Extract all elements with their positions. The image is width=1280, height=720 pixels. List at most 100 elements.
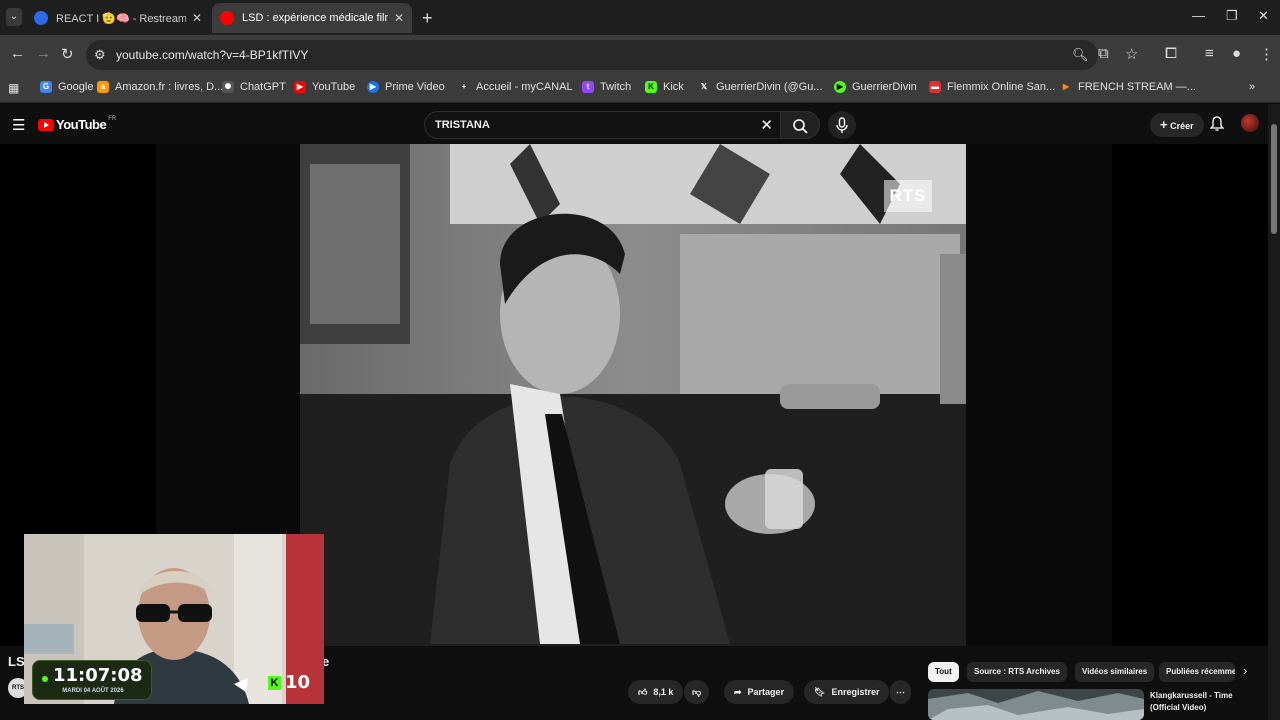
save-button[interactable]: 🔖︎ Enregistrer: [804, 680, 890, 704]
profile-icon[interactable]: ●: [1232, 45, 1241, 62]
video-frame[interactable]: RTS: [300, 144, 966, 646]
bookmark-prime-video[interactable]: ▶ Prime Video: [367, 81, 445, 93]
more-horizontal-icon: ⋯: [896, 686, 905, 697]
clear-search-icon[interactable]: ✕: [760, 116, 773, 134]
reload-icon[interactable]: ↻: [61, 45, 74, 63]
bookmark-x-guerrierdivin[interactable]: 𝕏 GuerrierDivin (@Gu...: [698, 81, 823, 93]
youtube-wordmark: YouTube: [56, 117, 107, 132]
scrollbar-thumb[interactable]: [1271, 124, 1277, 234]
chip-recent[interactable]: Publiées récemment: [1159, 662, 1235, 682]
bookmark-kick[interactable]: K Kick: [645, 81, 684, 93]
kick-icon: K: [645, 81, 657, 93]
tab-youtube-video[interactable]: LSD : expérience médicale filmée ✕: [212, 3, 412, 33]
rumble-icon: ▶: [834, 81, 846, 93]
youtube-play-icon: [38, 118, 54, 131]
bookmark-label: Twitch: [600, 81, 632, 93]
chips-next-icon[interactable]: ›: [1243, 663, 1247, 678]
back-icon[interactable]: ←: [10, 45, 25, 62]
bookmark-youtube[interactable]: ▶ YouTube: [294, 81, 355, 93]
tab-close-icon[interactable]: ✕: [394, 11, 404, 25]
share-arrow-icon: ➦: [734, 686, 742, 697]
chip-all[interactable]: Tout: [928, 662, 959, 682]
restore-icon[interactable]: ❐: [1226, 8, 1238, 24]
twitch-icon: t: [582, 81, 594, 93]
play-triangle-icon: ▶: [1062, 82, 1070, 91]
bookmark-icon: 🔖︎: [814, 686, 826, 697]
like-count: 8,1 k: [653, 687, 674, 697]
tab-title: LSD : expérience médicale filmée: [242, 12, 388, 24]
new-tab-button[interactable]: +: [422, 8, 433, 29]
chip-source[interactable]: Source : RTS Archives: [967, 662, 1067, 682]
window-close-icon[interactable]: ✕: [1258, 8, 1269, 24]
bookmark-label: GuerrierDivin: [852, 81, 917, 93]
address-bar[interactable]: ⚙ youtube.com/watch?v=4-BP1kfTIVY 🔍︎: [86, 40, 1098, 70]
tab-title: REACT I 🫡🧠 - Restream: [56, 12, 186, 25]
youtube-favicon-icon: [220, 11, 234, 25]
recommended-video-title[interactable]: Klangkarussell - Time (Official Video): [1150, 690, 1260, 714]
share-label: Partager: [747, 687, 785, 697]
account-avatar[interactable]: [1241, 114, 1259, 132]
bookmark-amazon[interactable]: a Amazon.fr : livres, D...: [97, 81, 223, 93]
plus-icon: +: [1160, 117, 1168, 132]
page-scrollbar[interactable]: [1268, 104, 1280, 720]
video-still-image: [300, 144, 966, 646]
forward-icon[interactable]: →: [36, 45, 51, 62]
bookmark-google[interactable]: G Google: [40, 81, 93, 93]
url-text: youtube.com/watch?v=4-BP1kfTIVY: [116, 48, 309, 62]
restream-favicon-icon: [34, 11, 48, 25]
bookmark-label: YouTube: [312, 81, 356, 93]
install-app-icon[interactable]: ⧉: [1098, 45, 1109, 62]
notifications-bell-icon[interactable]: [1210, 116, 1224, 132]
bookmark-twitch[interactable]: t Twitch: [582, 81, 631, 93]
search-icon: [793, 119, 808, 134]
minimize-icon[interactable]: —: [1192, 8, 1205, 23]
tab-search-button[interactable]: ⌄: [6, 8, 22, 26]
create-label: Créer: [1170, 121, 1194, 131]
bookmark-label: Accueil - myCANAL: [476, 81, 573, 93]
share-button[interactable]: ➦ Partager: [724, 680, 795, 704]
recommended-video-thumbnail[interactable]: [928, 689, 1144, 720]
chatgpt-icon: ✺: [222, 81, 234, 93]
dislike-button[interactable]: 👎︎: [684, 680, 710, 704]
youtube-header: ☰ YouTube FR TRISTANA ✕ + Créer: [0, 104, 1280, 144]
search-input[interactable]: TRISTANA ✕: [424, 111, 782, 139]
tab-restream[interactable]: REACT I 🫡🧠 - Restream ✕: [26, 3, 210, 33]
amazon-icon: a: [97, 81, 109, 93]
menu-icon[interactable]: ☰: [12, 116, 25, 134]
bookmark-mycanal[interactable]: + Accueil - myCANAL: [458, 81, 573, 93]
voice-search-button[interactable]: [828, 111, 856, 139]
prime-video-icon: ▶: [367, 81, 379, 93]
bookmark-french-stream[interactable]: ▶ FRENCH STREAM —...: [1060, 81, 1196, 93]
bookmark-label: Kick: [663, 81, 684, 93]
chrome-menu-icon[interactable]: ⋮: [1259, 45, 1274, 63]
site-info-icon[interactable]: ⚙: [94, 47, 106, 63]
bookmark-guerrierdivin[interactable]: ▶ GuerrierDivin: [834, 81, 917, 93]
search-value: TRISTANA: [435, 119, 490, 131]
region-code: FR: [108, 115, 117, 122]
kick-logo-icon: K: [268, 675, 281, 690]
screen: ⌄ REACT I 🫡🧠 - Restream ✕ LSD : expérien…: [0, 0, 1280, 720]
bookmark-label: ChatGPT: [240, 81, 286, 93]
apps-grid-icon[interactable]: ▦: [8, 81, 19, 95]
chip-similar[interactable]: Vidéos similaires: [1075, 662, 1155, 682]
media-controls-icon[interactable]: ≡: [1205, 45, 1214, 62]
bookmarks-bar: ▦ G Google a Amazon.fr : livres, D... ✺ Cha…: [0, 75, 1280, 103]
like-button[interactable]: 👍︎ 8,1 k: [628, 680, 684, 704]
create-button[interactable]: + Créer: [1150, 113, 1204, 137]
flemmix-icon: ▬: [929, 81, 941, 93]
zoom-icon[interactable]: 🔍︎: [1072, 47, 1089, 63]
microphone-icon: [836, 117, 848, 133]
youtube-logo[interactable]: YouTube FR: [38, 115, 117, 132]
search-button[interactable]: [780, 111, 820, 139]
bookmark-chatgpt[interactable]: ✺ ChatGPT: [222, 81, 286, 93]
bookmark-star-icon[interactable]: ☆: [1125, 45, 1138, 63]
save-label: Enregistrer: [831, 687, 880, 697]
more-bookmarks-icon[interactable]: »: [1249, 81, 1255, 93]
browser-tab-strip: ⌄ REACT I 🫡🧠 - Restream ✕ LSD : expérien…: [0, 0, 1280, 35]
kick-count-value: 10: [285, 672, 311, 693]
x-icon: 𝕏: [700, 82, 708, 91]
more-actions-button[interactable]: ⋯: [890, 680, 911, 704]
extensions-icon[interactable]: ⧠: [1165, 45, 1177, 62]
tab-close-icon[interactable]: ✕: [192, 11, 202, 25]
bookmark-flemmix[interactable]: ▬ Flemmix Online San...: [929, 81, 1055, 93]
